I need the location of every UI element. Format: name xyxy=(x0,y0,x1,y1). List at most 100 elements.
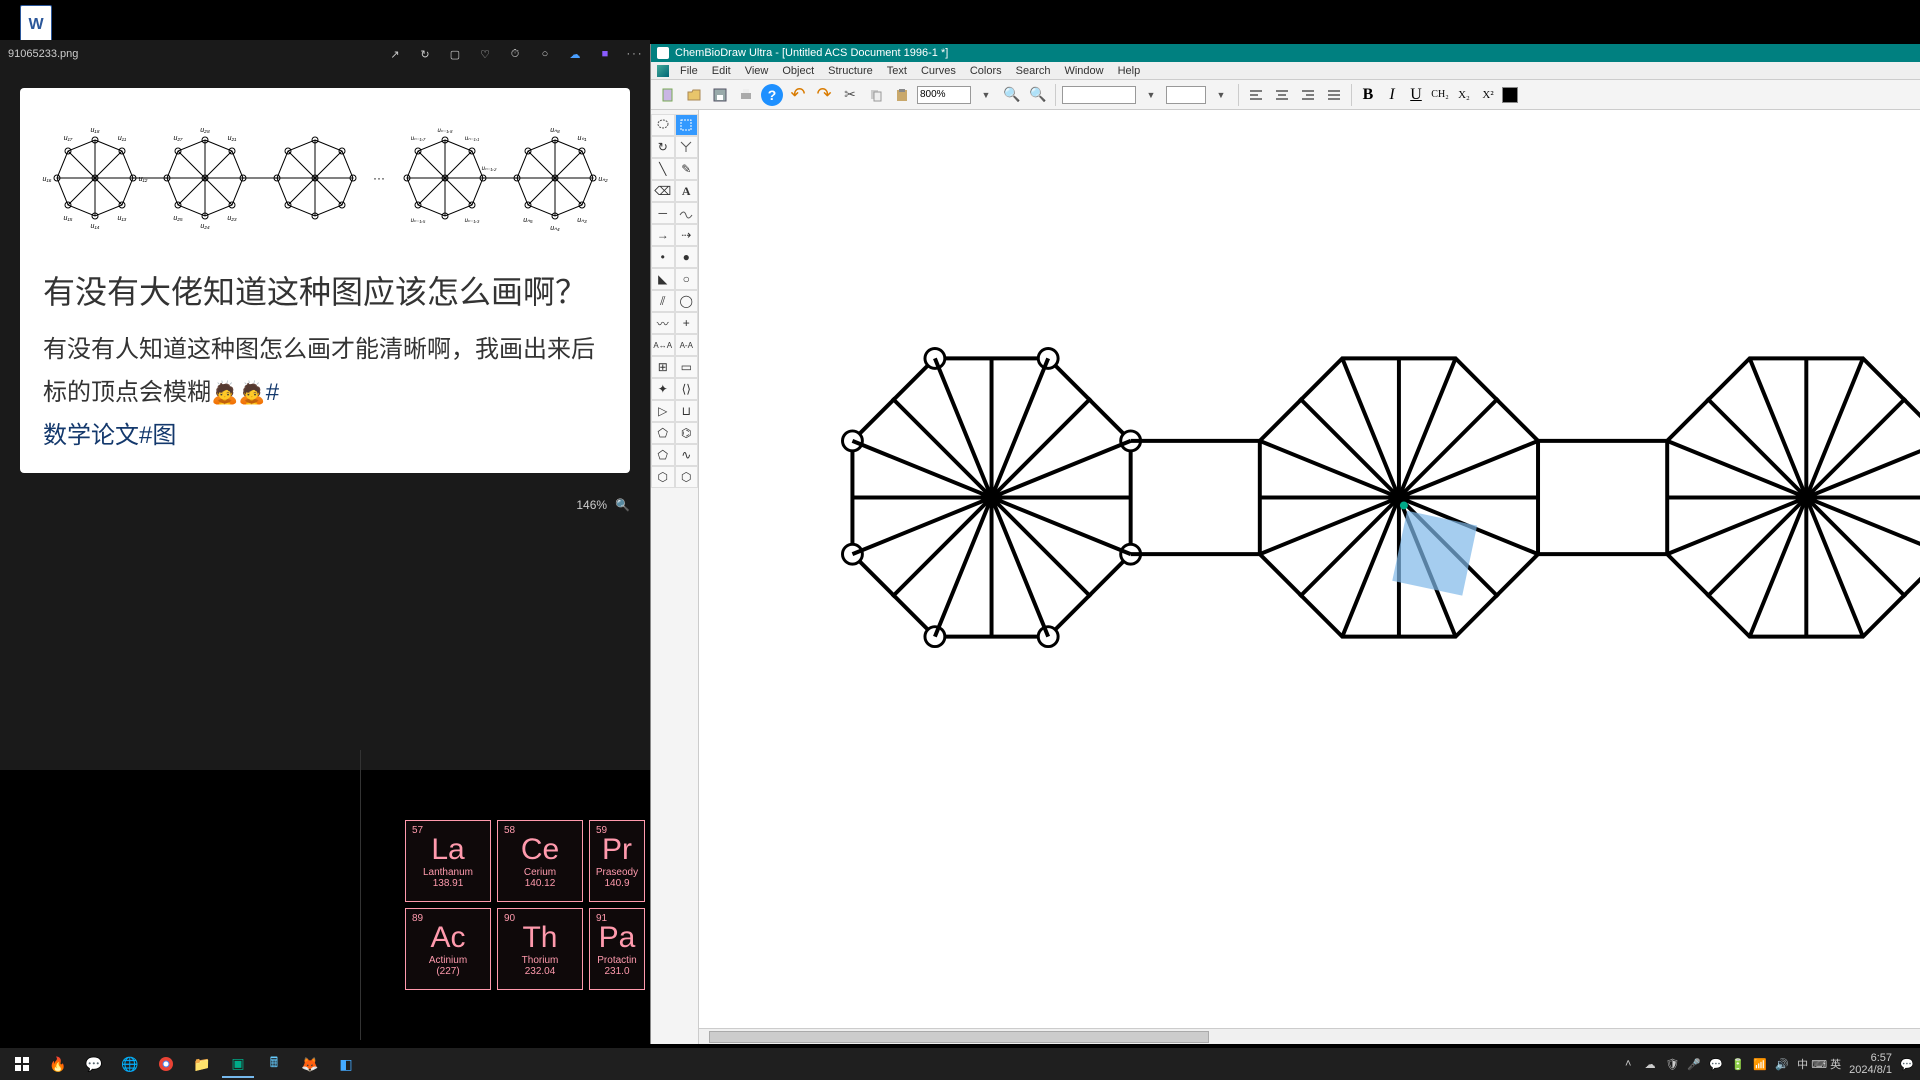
tray-ime-label[interactable]: 中 ⌨ 英 xyxy=(1797,1056,1841,1072)
cyclopentane-icon[interactable]: ⬠ xyxy=(651,444,675,466)
tray-mic-icon[interactable]: 🎤 xyxy=(1687,1057,1701,1071)
atom-label-icon[interactable]: A-A xyxy=(675,334,699,356)
tray-battery-icon[interactable]: 🔋 xyxy=(1731,1057,1745,1071)
eraser-tool-icon[interactable]: ⌫ xyxy=(651,180,675,202)
wedge-tool-icon[interactable]: ◣ xyxy=(651,268,675,290)
share-icon[interactable]: ↗ xyxy=(388,47,402,61)
taskbar-firefox-icon[interactable]: 🦊 xyxy=(294,1050,326,1078)
chemdraw-titlebar[interactable]: ChemBioDraw Ultra - [Untitled ACS Docume… xyxy=(651,44,1920,62)
lasso-tool-icon[interactable] xyxy=(651,114,675,136)
timer-icon[interactable]: ⏱ xyxy=(508,47,522,61)
align-justify-icon[interactable] xyxy=(1323,84,1345,106)
wavy-bond-icon[interactable]: 〰 xyxy=(651,312,675,334)
hashtag-link[interactable]: 数学论文#图 xyxy=(43,422,176,449)
superscript-button[interactable]: X² xyxy=(1478,84,1498,106)
bracket-tool-icon[interactable]: ⟨⟩ xyxy=(675,378,699,400)
redo-icon[interactable]: ↷ xyxy=(813,84,835,106)
subscript-button[interactable]: X₂ xyxy=(1454,84,1474,106)
tray-security-icon[interactable]: 🛡 xyxy=(1665,1057,1679,1071)
play-tool-icon[interactable]: ▷ xyxy=(651,400,675,422)
tray-cloud-icon[interactable]: ☁ xyxy=(1643,1057,1657,1071)
cut-icon[interactable]: ✂ xyxy=(839,84,861,106)
tray-notification-icon[interactable]: 💬 xyxy=(1900,1057,1914,1071)
size-input[interactable] xyxy=(1166,86,1206,104)
cyclohexane-icon[interactable]: ⬡ xyxy=(651,466,675,488)
element-pa[interactable]: 91PaProtactin231.0 xyxy=(589,908,645,990)
align-center-icon[interactable] xyxy=(1271,84,1293,106)
font-dropdown-icon[interactable]: ▼ xyxy=(1140,84,1162,106)
marquee-tool-icon[interactable] xyxy=(675,114,699,136)
bold-button[interactable]: B xyxy=(1358,84,1378,106)
menu-edit[interactable]: Edit xyxy=(706,65,737,77)
color-picker-swatch[interactable] xyxy=(1502,87,1518,103)
element-ce[interactable]: 58CeCerium140.12 xyxy=(497,820,583,902)
tlc-tool-icon[interactable]: ⊔ xyxy=(675,400,699,422)
taskbar-app-blue-icon[interactable]: ◧ xyxy=(330,1050,362,1078)
new-doc-icon[interactable] xyxy=(657,84,679,106)
rotate-tool-icon[interactable]: ↻ xyxy=(651,136,675,158)
copy-tool-icon[interactable] xyxy=(865,84,887,106)
taskbar-calc-icon[interactable]: 🖩 xyxy=(258,1050,290,1078)
menu-colors[interactable]: Colors xyxy=(964,65,1008,77)
element-la[interactable]: 57LaLanthanum138.91 xyxy=(405,820,491,902)
bond-tool-icon[interactable]: ╲ xyxy=(651,158,675,180)
pentagon-tool-icon[interactable]: ⬠ xyxy=(651,422,675,444)
cloud-icon[interactable]: ☁ xyxy=(568,47,582,61)
element-pr[interactable]: 59PrPraseody140.9 xyxy=(589,820,645,902)
filled-circle-tool-icon[interactable]: ● xyxy=(675,246,699,268)
chemdraw-doc-icon[interactable] xyxy=(657,65,669,77)
size-dropdown-icon[interactable]: ▼ xyxy=(1210,84,1232,106)
tray-wifi-icon[interactable]: 📶 xyxy=(1753,1057,1767,1071)
taskbar-clock[interactable]: 6:57 2024/8/1 xyxy=(1849,1052,1892,1076)
desktop-word-icon[interactable] xyxy=(20,5,60,45)
line-tool-icon[interactable]: ─ xyxy=(651,202,675,224)
orbital-tool-icon[interactable]: ✦ xyxy=(651,378,675,400)
pen-tool-icon[interactable]: ✎ xyxy=(675,158,699,180)
more-icon[interactable]: ··· xyxy=(628,47,642,61)
hash-bond-icon[interactable]: ⫽ xyxy=(651,290,675,312)
zoom-magnifier-icon[interactable]: 🔍 xyxy=(615,498,630,512)
circle-icon[interactable]: ○ xyxy=(538,47,552,61)
app-icon[interactable]: ■ xyxy=(598,47,612,61)
structure-tool-icon[interactable] xyxy=(675,136,699,158)
menu-window[interactable]: Window xyxy=(1058,65,1109,77)
taskbar-app-1-icon[interactable]: 🔥 xyxy=(42,1050,74,1078)
menu-search[interactable]: Search xyxy=(1010,65,1057,77)
dot-tool-icon[interactable]: • xyxy=(651,246,675,268)
underline-button[interactable]: U xyxy=(1406,84,1426,106)
arrow-tool-icon[interactable]: → xyxy=(651,224,675,246)
element-th[interactable]: 90ThThorium232.04 xyxy=(497,908,583,990)
benzene-tool-icon[interactable]: ⬡ xyxy=(675,466,699,488)
ellipse-tool-icon[interactable]: ◯ xyxy=(675,290,699,312)
horizontal-scrollbar[interactable] xyxy=(699,1028,1920,1044)
help-icon[interactable]: ? xyxy=(761,84,783,106)
chemdraw-canvas[interactable] xyxy=(699,110,1920,1044)
menu-object[interactable]: Object xyxy=(776,65,820,77)
taskbar-edge-icon[interactable]: 🌐 xyxy=(114,1050,146,1078)
save-icon[interactable] xyxy=(709,84,731,106)
print-icon[interactable] xyxy=(735,84,757,106)
table-tool-icon[interactable]: ⊞ xyxy=(651,356,675,378)
chain-tool-icon[interactable] xyxy=(675,202,699,224)
rect-tool-icon[interactable]: ▭ xyxy=(675,356,699,378)
taskbar-wechat-icon[interactable]: 💬 xyxy=(78,1050,110,1078)
tray-chevron-icon[interactable]: ˄ xyxy=(1621,1057,1635,1071)
circle-tool-icon[interactable]: ○ xyxy=(675,268,699,290)
element-ac[interactable]: 89AcActinium(227) xyxy=(405,908,491,990)
menu-text[interactable]: Text xyxy=(881,65,913,77)
italic-button[interactable]: I xyxy=(1382,84,1402,106)
taskbar-explorer-icon[interactable]: 📁 xyxy=(186,1050,218,1078)
dashed-arrow-icon[interactable]: ⇢ xyxy=(675,224,699,246)
benzene-open-icon[interactable]: ⌬ xyxy=(675,422,699,444)
menu-structure[interactable]: Structure xyxy=(822,65,879,77)
zoom-input[interactable] xyxy=(917,86,971,104)
undo-icon[interactable]: ↶ xyxy=(787,84,809,106)
curve-path-icon[interactable]: ∿ xyxy=(675,444,699,466)
scroll-thumb[interactable] xyxy=(709,1031,1209,1043)
align-left-icon[interactable] xyxy=(1245,84,1267,106)
menu-help[interactable]: Help xyxy=(1112,65,1147,77)
text-tool-icon[interactable]: A xyxy=(675,180,699,202)
taskbar-app-active-icon[interactable]: ▣ xyxy=(222,1050,254,1078)
copy-icon[interactable]: ▢ xyxy=(448,47,462,61)
hash-symbol[interactable]: # xyxy=(266,379,279,406)
